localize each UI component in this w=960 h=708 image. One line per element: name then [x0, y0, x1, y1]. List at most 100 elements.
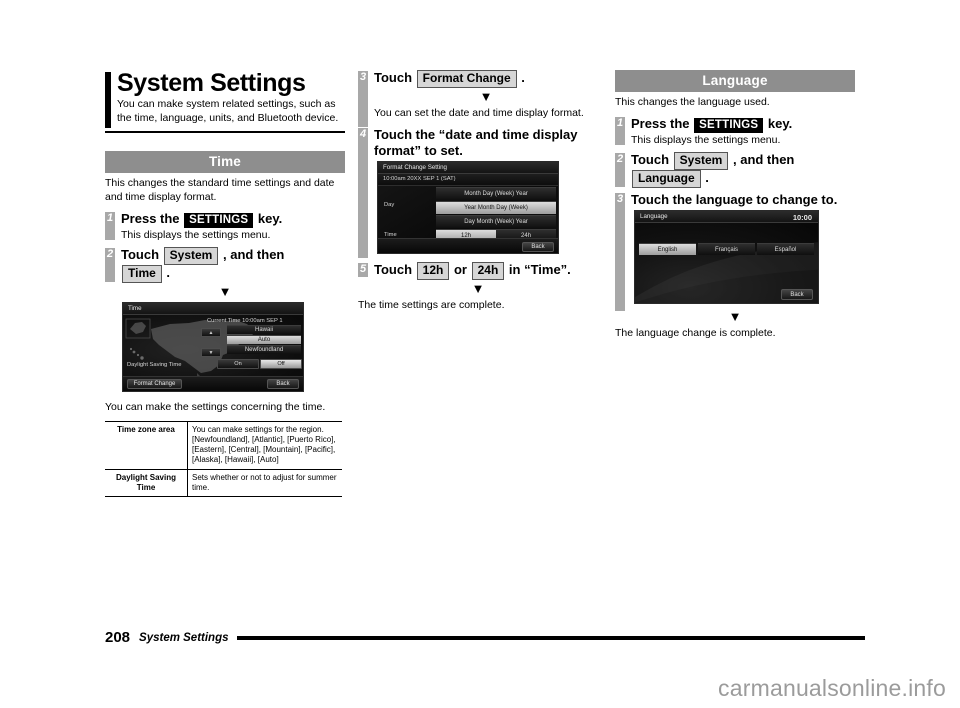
column-left: System Settings You can make system rela…	[105, 70, 345, 497]
format-step-4-heading: Touch the “date and time display format”…	[374, 126, 578, 158]
timezone-up-button[interactable]: ▲	[201, 327, 221, 337]
language-step-1-heading: Press the SETTINGS key.	[631, 115, 855, 134]
page-title-block: System Settings You can make system rela…	[105, 70, 345, 133]
flow-arrow-4: ▼	[728, 309, 742, 325]
dst-on-button[interactable]: On	[217, 358, 259, 369]
table-row: Time zone area You can make settings for…	[105, 420, 342, 470]
settings-key-chip[interactable]: SETTINGS	[184, 212, 254, 229]
column-middle: 3 Touch Format Change . ▼ You can set th…	[358, 70, 598, 319]
time-step-1: 1 Press the SETTINGS key. This displays …	[105, 211, 345, 243]
step-text-tail: key.	[767, 115, 793, 131]
screen-title: Time	[128, 304, 142, 312]
watermark: carmanualsonline.info	[718, 675, 946, 701]
step-text: Touch	[121, 246, 160, 262]
time-section-intro: This changes the standard time settings …	[105, 176, 335, 203]
step-text: Press the	[631, 115, 690, 131]
step-number-marker: 3	[615, 192, 625, 311]
back-button[interactable]: Back	[781, 289, 813, 301]
language-step-1: 1 Press the SETTINGS key. This displays …	[615, 116, 855, 148]
day-format-option-dmy[interactable]: Day Month (Week) Year	[436, 215, 556, 229]
section-header-time: Time	[105, 150, 345, 173]
format-step-3: 3 Touch Format Change . ▼ You can set th…	[358, 70, 598, 127]
settings-key-chip[interactable]: SETTINGS	[694, 117, 764, 134]
flow-arrow-2: ▼	[479, 89, 493, 104]
timezone-map[interactable]: Current Time 10:00am SEP 1 ▲ ▼ Hawaii Au…	[123, 314, 303, 391]
timezone-option-auto[interactable]: Auto	[227, 334, 301, 344]
step-text-tail: .	[705, 169, 709, 185]
step-text-mid: , and then	[222, 246, 285, 262]
timezone-option-newfoundland[interactable]: Newfoundland	[227, 344, 301, 354]
step-number-marker: 2	[615, 152, 625, 187]
time-settings-screenshot: Time Current Time 10:00am SEP 1 ▲ ▼ Hawa…	[122, 301, 304, 392]
format-change-screenshot: Format Change Setting 10:00am 20XX SEP 1…	[377, 161, 559, 255]
step-number-marker: 3	[358, 71, 368, 127]
screen-title: Language	[640, 213, 668, 221]
language-button-chip[interactable]: Language	[632, 169, 701, 188]
back-button[interactable]: Back	[267, 379, 299, 390]
step-text-tail: in “Time”.	[508, 262, 571, 278]
step-text-mid: or	[453, 262, 467, 278]
page-intro: You can make system related settings, su…	[117, 98, 339, 125]
day-format-option-mdy[interactable]: Month Day (Week) Year	[436, 187, 556, 201]
step-text: Touch	[374, 70, 413, 85]
format-step-4: 4 Touch the “date and time display forma…	[358, 126, 598, 258]
time-step-1-heading: Press the SETTINGS key.	[121, 210, 345, 229]
screen-clock: 10:00	[792, 212, 812, 222]
footer-page-number: 208	[105, 629, 131, 646]
table-row: Daylight Saving Time Sets whether or not…	[105, 468, 342, 497]
language-screenshot: Language 10:00 English Français Español …	[634, 210, 819, 305]
format-step-3-sub: You can set the date and time display fo…	[374, 107, 584, 119]
footer-title: System Settings	[139, 631, 229, 644]
timezone-down-button[interactable]: ▼	[201, 347, 221, 357]
language-step-2-heading: Touch System , and then Language .	[631, 151, 855, 188]
step-number-marker: 1	[615, 116, 625, 145]
dst-label: Daylight Saving Time	[127, 361, 182, 368]
step-number-marker: 4	[358, 127, 368, 258]
day-format-label: Day	[384, 202, 395, 209]
format-step-3-heading: Touch Format Change .	[374, 70, 598, 88]
language-option-francais[interactable]: Français	[698, 243, 755, 256]
screen-header: Language 10:00	[635, 211, 818, 224]
step-text-mid: , and then	[732, 151, 795, 167]
screen-header: Time	[123, 302, 303, 315]
table-key-time-zone-area: Time zone area	[105, 420, 188, 470]
time-settings-table: Time zone area You can make settings for…	[105, 420, 342, 497]
language-step-2: 2 Touch System , and then Language .	[615, 151, 855, 188]
system-button-chip[interactable]: System	[163, 246, 219, 265]
page-title: System Settings	[117, 69, 306, 97]
screen-title: Format Change Setting	[383, 164, 447, 172]
language-option-english[interactable]: English	[639, 243, 696, 256]
datetime-preview: 10:00am 20XX SEP 1 (SAT)	[383, 176, 456, 183]
screen-body: English Français Español Back	[635, 223, 818, 304]
step-text-tail: .	[521, 70, 525, 85]
step-text-tail: key.	[257, 210, 283, 226]
back-button[interactable]: Back	[522, 241, 554, 252]
flow-arrow-3: ▼	[471, 281, 485, 297]
current-time-label: Current Time 10:00am SEP 1	[207, 317, 283, 324]
format-step-5: 5 Touch 12h or 24h in “Time”.	[358, 262, 598, 281]
step-text: Press the	[121, 210, 180, 226]
flow-arrow-1: ▼	[218, 283, 232, 299]
language-section-intro: This changes the language used.	[615, 96, 770, 108]
step-text: Touch	[374, 262, 413, 278]
system-button-chip[interactable]: System	[673, 151, 729, 170]
twentyfour-hour-chip[interactable]: 24h	[471, 262, 505, 281]
time-step-1-sub: This displays the settings menu.	[121, 229, 271, 242]
dst-off-button[interactable]: Off	[260, 358, 302, 369]
timezone-option-hawaii[interactable]: Hawaii	[227, 324, 301, 334]
day-format-option-ymd[interactable]: Year Month Day (Week)	[436, 201, 556, 215]
screen-body: 10:00am 20XX SEP 1 (SAT) Day Month Day (…	[378, 174, 558, 254]
section-header-language: Language	[615, 70, 855, 92]
format-change-chip[interactable]: Format Change	[416, 70, 517, 88]
manual-page: System Settings You can make system rela…	[0, 0, 960, 708]
format-change-button[interactable]: Format Change	[127, 379, 182, 390]
time-after-screen-text: You can make the settings concerning the…	[105, 400, 326, 413]
time-button-chip[interactable]: Time	[122, 264, 162, 283]
twelve-hour-chip[interactable]: 12h	[416, 262, 450, 281]
language-option-espanol[interactable]: Español	[757, 243, 814, 256]
language-step-3-heading: Touch the language to change to.	[631, 191, 838, 207]
step-number-marker: 5	[358, 263, 368, 278]
table-value-dst: Sets whether or not to adjust for summer…	[187, 468, 342, 497]
time-step-2: 2 Touch System , and then Time .	[105, 246, 345, 283]
language-step-3: 3 Touch the language to change to. Langu…	[615, 191, 855, 311]
